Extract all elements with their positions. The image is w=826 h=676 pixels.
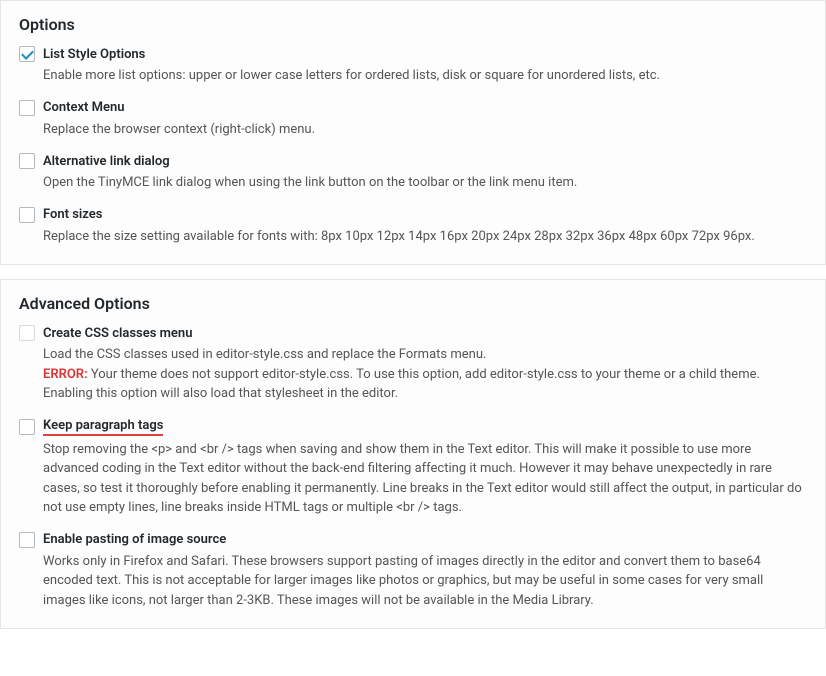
option-paste-image-source: Enable pasting of image source Works onl…	[19, 532, 807, 611]
checkbox-list-style[interactable]	[19, 46, 35, 62]
option-context-menu: Context Menu Replace the browser context…	[19, 100, 807, 140]
option-desc-paste-image-source: Works only in Firefox and Safari. These …	[43, 552, 807, 611]
option-desc-keep-paragraph-tags: Stop removing the <p> and <br /> tags wh…	[43, 440, 807, 518]
checkbox-keep-paragraph-tags[interactable]	[19, 419, 35, 435]
checkbox-css-classes-menu	[19, 325, 35, 341]
option-list-style: List Style Options Enable more list opti…	[19, 46, 807, 86]
option-label-paste-image-source: Enable pasting of image source	[43, 532, 226, 547]
checkbox-context-menu[interactable]	[19, 100, 35, 116]
checkbox-paste-image-source[interactable]	[19, 532, 35, 548]
advanced-options-title: Advanced Options	[19, 294, 807, 313]
option-label-keep-paragraph-tags: Keep paragraph tags	[43, 418, 163, 436]
options-title: Options	[19, 15, 807, 34]
error-label: ERROR:	[43, 367, 88, 382]
option-label-list-style: List Style Options	[43, 47, 145, 62]
option-label-alt-link-dialog: Alternative link dialog	[43, 154, 170, 169]
checkbox-font-sizes[interactable]	[19, 207, 35, 223]
option-alt-link-dialog: Alternative link dialog Open the TinyMCE…	[19, 153, 807, 193]
option-css-classes-menu: Create CSS classes menu Load the CSS cla…	[19, 325, 807, 404]
option-label-font-sizes: Font sizes	[43, 207, 102, 222]
option-keep-paragraph-tags: Keep paragraph tags Stop removing the <p…	[19, 418, 807, 518]
option-label-css-classes-menu: Create CSS classes menu	[43, 326, 192, 341]
option-desc-css-classes-menu: Load the CSS classes used in editor-styl…	[43, 345, 807, 404]
option-desc-alt-link-dialog: Open the TinyMCE link dialog when using …	[43, 173, 807, 193]
options-panel: Options List Style Options Enable more l…	[0, 0, 826, 265]
option-font-sizes: Font sizes Replace the size setting avai…	[19, 207, 807, 247]
option-desc-list-style: Enable more list options: upper or lower…	[43, 66, 807, 86]
option-label-context-menu: Context Menu	[43, 100, 125, 115]
checkbox-alt-link-dialog[interactable]	[19, 153, 35, 169]
advanced-options-panel: Advanced Options Create CSS classes menu…	[0, 279, 826, 629]
option-desc-context-menu: Replace the browser context (right-click…	[43, 120, 807, 140]
option-desc-font-sizes: Replace the size setting available for f…	[43, 227, 807, 247]
